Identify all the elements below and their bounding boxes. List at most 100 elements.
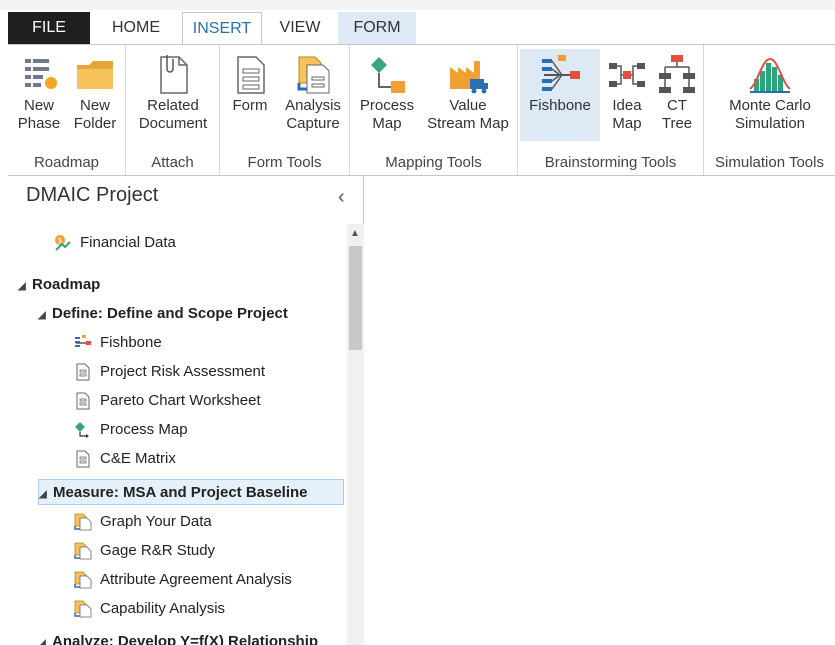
tree-item-roadmap[interactable]: ◢ Roadmap — [18, 272, 100, 298]
process-map-button[interactable]: Process Map — [354, 49, 420, 141]
monte-carlo-simulation-label: Monte Carlo Simulation — [729, 97, 811, 132]
ct-tree-label: CT Tree — [661, 97, 693, 132]
tree-item-process-map[interactable]: Process Map — [74, 417, 188, 443]
analysis-capture-icon — [74, 542, 92, 560]
fishbone-icon — [75, 335, 91, 348]
tree-item-label: Gage R&R Study — [100, 542, 216, 559]
tab-insert[interactable]: INSERT — [182, 12, 262, 45]
tree-item-label: Fishbone — [100, 334, 162, 351]
form-label: Form — [232, 97, 268, 114]
scroll-up-icon[interactable]: ▲ — [350, 228, 360, 239]
group-label-brainstorming-tools: Brainstorming Tools — [544, 154, 677, 171]
analysis-capture-label: Analysis Capture — [285, 97, 341, 132]
collapse-triangle-icon[interactable]: ◢ — [18, 274, 32, 300]
new-phase-label: New Phase — [17, 97, 61, 132]
collapse-panel-icon[interactable]: ‹ — [338, 186, 345, 209]
collapse-triangle-icon[interactable]: ◢ — [38, 631, 52, 645]
group-simulation-tools: Monte Carlo Simulation Simulation Tools — [704, 45, 835, 175]
ribbon: New Phase New Folder Roadmap Related Doc… — [8, 44, 835, 176]
tree-item-label: Financial Data — [80, 234, 176, 251]
project-navigator-panel: DMAIC Project ‹ $ Financial Data ◢ Roadma… — [8, 176, 364, 645]
tree-item-pareto-chart-worksheet[interactable]: Pareto Chart Worksheet — [74, 388, 261, 414]
monte-carlo-icon — [749, 57, 791, 93]
tree-item-analyze-phase[interactable]: ◢ Analyze: Develop Y=f(X) Relationship — [38, 629, 344, 645]
form-icon — [237, 56, 265, 94]
tree-item-label: Project Risk Assessment — [100, 363, 266, 380]
tree-item-label: Roadmap — [32, 276, 101, 293]
form-icon — [76, 450, 90, 468]
analysis-capture-icon — [74, 600, 92, 618]
tree-item-fishbone[interactable]: Fishbone — [74, 330, 162, 356]
tree-item-attribute-agreement-analysis[interactable]: Attribute Agreement Analysis — [74, 567, 292, 593]
ct-tree-button[interactable]: CT Tree — [654, 49, 700, 141]
group-label-attach: Attach — [151, 154, 194, 171]
group-mapping-tools: Process Map Value Stream Map Mapping Too… — [350, 45, 518, 175]
tab-form[interactable]: FORM — [338, 12, 416, 44]
tree-item-define-phase[interactable]: ◢ Define: Define and Scope Project — [38, 301, 288, 327]
tree-item-ce-matrix[interactable]: C&E Matrix — [74, 446, 176, 472]
group-attach: Related Document Attach — [126, 45, 220, 175]
tree-item-label: Analyze: Develop Y=f(X) Relationship — [52, 633, 319, 645]
group-label-mapping-tools: Mapping Tools — [385, 154, 482, 171]
related-document-label: Related Document — [138, 97, 208, 132]
form-icon — [76, 363, 90, 381]
tree-item-label: Process Map — [100, 421, 188, 438]
group-label-roadmap: Roadmap — [33, 154, 100, 171]
ribbon-tabs: FILE HOME INSERT VIEW FORM — [8, 12, 416, 45]
panel-title: DMAIC Project — [26, 184, 159, 206]
folder-icon — [77, 61, 113, 89]
fishbone-label: Fishbone — [529, 97, 591, 114]
collapse-triangle-icon[interactable]: ◢ — [39, 482, 53, 508]
tree-item-label: Capability Analysis — [100, 600, 226, 617]
idea-map-label: Idea Map — [612, 97, 642, 132]
idea-map-icon — [609, 63, 645, 87]
scrollbar-thumb[interactable] — [349, 246, 362, 350]
document-attach-icon — [160, 55, 188, 94]
tree-item-measure-phase[interactable]: ◢ Measure: MSA and Project Baseline — [38, 479, 344, 505]
tab-view[interactable]: VIEW — [262, 12, 338, 44]
value-stream-map-icon — [450, 61, 488, 94]
tree-item-financial-data[interactable]: $ Financial Data — [54, 230, 176, 256]
tab-file[interactable]: FILE — [8, 12, 90, 44]
analysis-capture-icon — [297, 56, 330, 94]
vertical-scrollbar[interactable]: ▲ — [347, 224, 364, 645]
tree-item-label: Pareto Chart Worksheet — [100, 392, 261, 409]
partial-item — [54, 220, 68, 226]
process-map-label: Process Map — [359, 97, 415, 132]
related-document-button[interactable]: Related Document — [132, 49, 214, 141]
tree-item-label: Define: Define and Scope Project — [52, 305, 288, 322]
ct-tree-icon — [659, 55, 695, 93]
tree-item-label: Attribute Agreement Analysis — [100, 571, 292, 588]
form-button[interactable]: Form — [224, 49, 276, 141]
analysis-capture-button[interactable]: Analysis Capture — [280, 49, 346, 141]
tree-item-project-risk-assessment[interactable]: Project Risk Assessment — [74, 359, 265, 385]
tree-item-graph-your-data[interactable]: Graph Your Data — [74, 509, 212, 535]
value-stream-map-button[interactable]: Value Stream Map — [422, 49, 514, 141]
tree-item-label: Graph Your Data — [100, 513, 212, 530]
new-folder-label: New Folder — [73, 97, 117, 132]
idea-map-button[interactable]: Idea Map — [604, 49, 650, 141]
collapse-triangle-icon[interactable]: ◢ — [38, 303, 52, 329]
tree-item-gage-rr-study[interactable]: Gage R&R Study — [74, 538, 215, 564]
group-brainstorming-tools: Fishbone Idea Map CT Tree Brainstorming … — [518, 45, 704, 175]
tree-item-capability-analysis[interactable]: Capability Analysis — [74, 596, 225, 622]
tab-home[interactable]: HOME — [90, 12, 182, 44]
process-map-icon — [371, 57, 405, 93]
group-label-form-tools: Form Tools — [247, 154, 322, 171]
tree-item-label: C&E Matrix — [100, 450, 176, 467]
monte-carlo-simulation-button[interactable]: Monte Carlo Simulation — [712, 49, 828, 141]
new-phase-icon — [25, 59, 57, 89]
analysis-capture-icon — [74, 513, 92, 531]
new-phase-button[interactable]: New Phase — [12, 49, 66, 141]
analysis-capture-icon — [74, 571, 92, 589]
fishbone-button[interactable]: Fishbone — [520, 49, 600, 141]
form-icon — [76, 392, 90, 410]
fishbone-icon — [542, 55, 580, 91]
new-folder-button[interactable]: New Folder — [68, 49, 122, 141]
group-form-tools: Form Analysis Capture Form Tools — [220, 45, 350, 175]
title-bar — [0, 0, 835, 10]
financial-data-icon: $ — [55, 235, 71, 251]
process-map-icon — [75, 422, 89, 439]
group-roadmap: New Phase New Folder Roadmap — [8, 45, 126, 175]
tree-item-label: Measure: MSA and Project Baseline — [53, 484, 308, 501]
